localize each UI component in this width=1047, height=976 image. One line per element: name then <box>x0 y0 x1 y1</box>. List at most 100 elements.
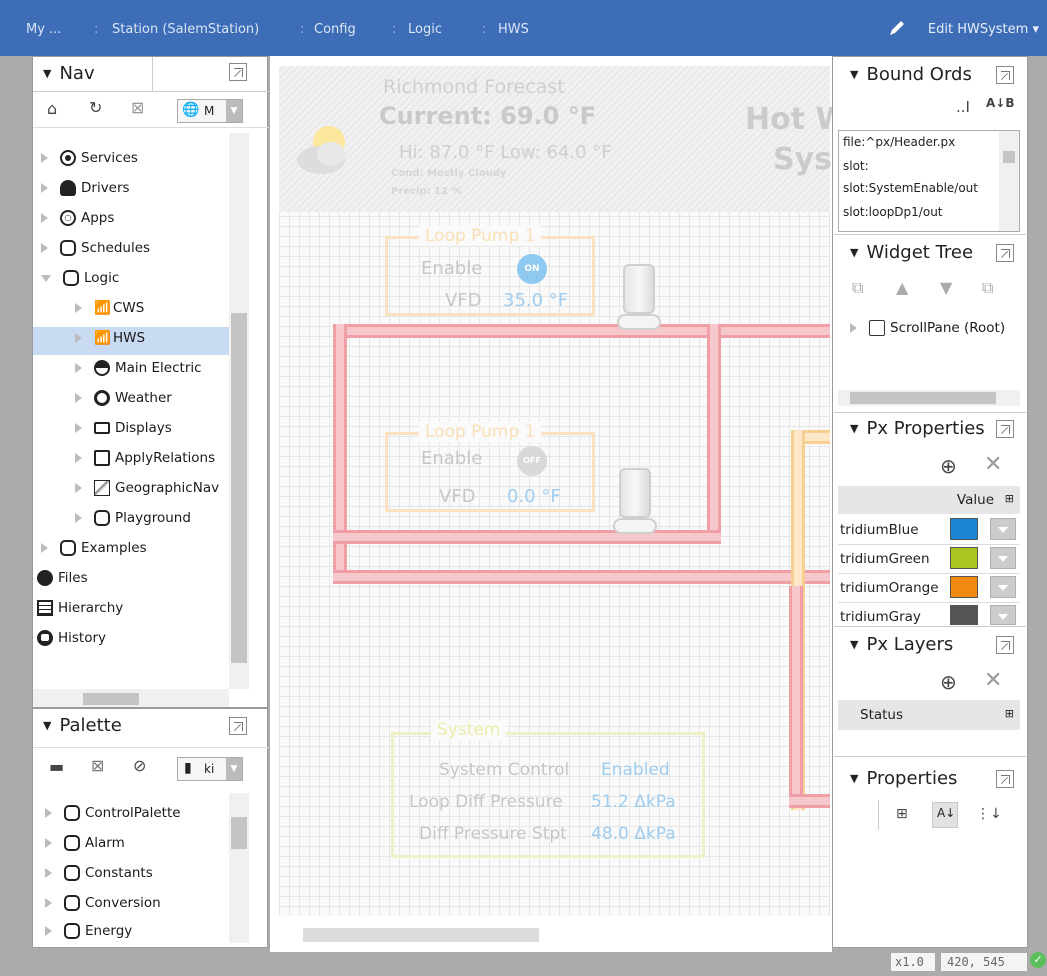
nav-item-schedules[interactable]: Schedules <box>41 240 150 264</box>
edit-view-selector[interactable]: Edit HWSystem ▾ <box>928 22 1039 37</box>
scroll-thumb[interactable] <box>231 313 247 663</box>
expand-all-icon[interactable]: ⧉ <box>982 278 993 298</box>
nav-item-cws[interactable]: 📶 CWS <box>75 300 144 324</box>
expand-arrow-icon[interactable] <box>45 838 52 848</box>
value-column-header[interactable]: Value <box>957 492 994 508</box>
bound-ord-item[interactable]: slot:loopDp1/out <box>843 205 943 219</box>
expand-arrow-icon[interactable] <box>75 363 82 373</box>
relativize-icon[interactable]: ..I <box>956 98 970 116</box>
expand-arrow-icon[interactable] <box>45 808 52 818</box>
bound-ord-item[interactable]: slot:SystemEnable/out <box>843 181 978 195</box>
system-control-value[interactable]: Enabled <box>601 760 670 780</box>
diff-pressure-stpt-value[interactable]: 48.0 ΔkPa <box>591 824 676 844</box>
nav-item-examples[interactable]: Examples <box>41 540 147 564</box>
breadcrumb-hws[interactable]: HWS <box>498 22 529 37</box>
nav-item-hierarchy[interactable]: Hierarchy <box>37 600 123 624</box>
nav-item-files[interactable]: Files <box>37 570 88 594</box>
close-icon[interactable]: ⊠ <box>131 98 144 117</box>
expand-arrow-icon[interactable] <box>75 303 82 313</box>
palette-item-constants[interactable]: Constants <box>45 865 153 889</box>
expand-arrow-icon[interactable] <box>75 483 82 493</box>
expand-arrow-icon[interactable] <box>41 153 48 163</box>
palette-item-control-palette[interactable]: ControlPalette <box>45 805 181 829</box>
collapse-all-icon[interactable]: ⧉ <box>852 278 863 298</box>
bound-ords-scrollbar[interactable] <box>999 131 1019 231</box>
expand-arrow-icon[interactable] <box>75 423 82 433</box>
move-down-icon[interactable]: ▼ <box>940 278 952 297</box>
nav-vertical-scrollbar[interactable] <box>229 133 249 689</box>
expand-arrow-icon[interactable] <box>45 926 52 936</box>
canvas-horizontal-scrollbar[interactable] <box>279 922 830 946</box>
bound-ord-item[interactable]: file:^px/Header.px <box>843 135 955 149</box>
pump-2-vfd-value[interactable]: 0.0 °F <box>507 486 561 507</box>
nav-tab[interactable]: ▼ Nav <box>33 57 153 91</box>
add-icon[interactable]: ⊕ <box>940 670 957 694</box>
breadcrumb-config[interactable]: Config <box>314 22 356 37</box>
maximize-icon[interactable] <box>996 770 1014 788</box>
nav-horizontal-scrollbar[interactable] <box>33 689 229 707</box>
expand-arrow-icon[interactable] <box>45 868 52 878</box>
status-column-header[interactable]: Status <box>860 707 903 723</box>
breadcrumb-station[interactable]: Station (SalemStation) <box>112 22 259 37</box>
pump-1-vfd-value[interactable]: 35.0 °F <box>503 290 568 311</box>
color-dropdown[interactable] <box>990 576 1016 598</box>
maximize-icon[interactable] <box>996 420 1014 438</box>
expand-arrow-icon[interactable] <box>75 393 82 403</box>
maximize-icon[interactable] <box>996 636 1014 654</box>
move-up-icon[interactable]: ▲ <box>896 278 908 297</box>
palette-item-energy[interactable]: Energy <box>45 923 132 943</box>
color-swatch[interactable] <box>950 576 978 598</box>
nav-item-history[interactable]: History <box>37 630 106 654</box>
sort-alpha-icon[interactable]: A↓B <box>986 96 1015 110</box>
category-sort-icon[interactable]: ⋮↓ <box>976 806 1002 822</box>
color-swatch[interactable] <box>950 547 978 569</box>
scroll-thumb[interactable] <box>850 392 996 404</box>
color-swatch[interactable] <box>950 518 978 540</box>
scroll-thumb[interactable] <box>231 817 247 849</box>
nav-item-main-electric[interactable]: Main Electric <box>75 360 202 384</box>
nav-item-services[interactable]: Services <box>41 150 138 174</box>
nav-item-weather[interactable]: Weather <box>75 390 172 414</box>
scroll-thumb[interactable] <box>1003 151 1015 163</box>
nav-item-apply-relations[interactable]: ApplyRelations <box>75 450 215 474</box>
px-canvas[interactable]: Richmond Forecast Current: 69.0 °F Hi: 8… <box>279 66 849 916</box>
nav-item-displays[interactable]: Displays <box>75 420 172 444</box>
sort-icon[interactable]: A↓ <box>932 802 958 828</box>
maximize-icon[interactable] <box>229 63 247 81</box>
scroll-thumb[interactable] <box>83 693 139 705</box>
widget-tree-root[interactable]: ScrollPane (Root) <box>850 320 1005 344</box>
expand-arrow-icon[interactable] <box>850 323 857 333</box>
expand-arrow-icon[interactable] <box>75 513 82 523</box>
palette-dropdown[interactable]: ▮ ki ▼ <box>177 757 243 781</box>
column-chooser-icon[interactable]: ⊞ <box>1005 707 1014 720</box>
breadcrumb-my[interactable]: My ... <box>26 22 61 37</box>
bound-ord-item[interactable]: slot: <box>843 159 869 173</box>
nav-item-geographic-nav[interactable]: GeographicNav <box>75 480 219 504</box>
close-icon[interactable]: ⊠ <box>91 756 104 775</box>
nav-item-playground[interactable]: Playground <box>75 510 191 534</box>
color-dropdown[interactable] <box>990 518 1016 540</box>
expand-arrow-icon[interactable] <box>41 543 48 553</box>
nav-item-hws[interactable]: 📶 HWS <box>33 327 229 355</box>
home-icon[interactable]: ⌂ <box>47 99 57 118</box>
pump-1-enable-toggle[interactable]: ON <box>517 254 547 284</box>
refresh-icon[interactable]: ↻ <box>89 98 102 117</box>
maximize-icon[interactable] <box>996 66 1014 84</box>
pump-1-graphic[interactable] <box>617 264 661 330</box>
palette-vertical-scrollbar[interactable] <box>229 793 249 943</box>
expand-arrow-icon[interactable] <box>75 453 82 463</box>
nav-item-drivers[interactable]: Drivers <box>41 180 130 204</box>
color-dropdown[interactable] <box>990 605 1016 625</box>
find-icon[interactable]: ⊘ <box>133 756 146 775</box>
pump-2-graphic[interactable] <box>613 468 657 534</box>
expand-arrow-icon[interactable] <box>41 213 48 223</box>
widget-tree-scrollbar[interactable] <box>838 390 1020 406</box>
maximize-icon[interactable] <box>229 717 247 735</box>
palette-item-alarm[interactable]: Alarm <box>45 835 125 859</box>
breadcrumb-logic[interactable]: Logic <box>408 22 442 37</box>
delete-icon[interactable]: ✕ <box>984 668 1002 693</box>
nav-item-logic[interactable]: Logic <box>41 270 119 294</box>
expand-arrow-icon[interactable] <box>41 243 48 253</box>
loop-diff-pressure-value[interactable]: 51.2 ΔkPa <box>591 792 676 812</box>
column-chooser-icon[interactable]: ⊞ <box>1005 492 1014 505</box>
